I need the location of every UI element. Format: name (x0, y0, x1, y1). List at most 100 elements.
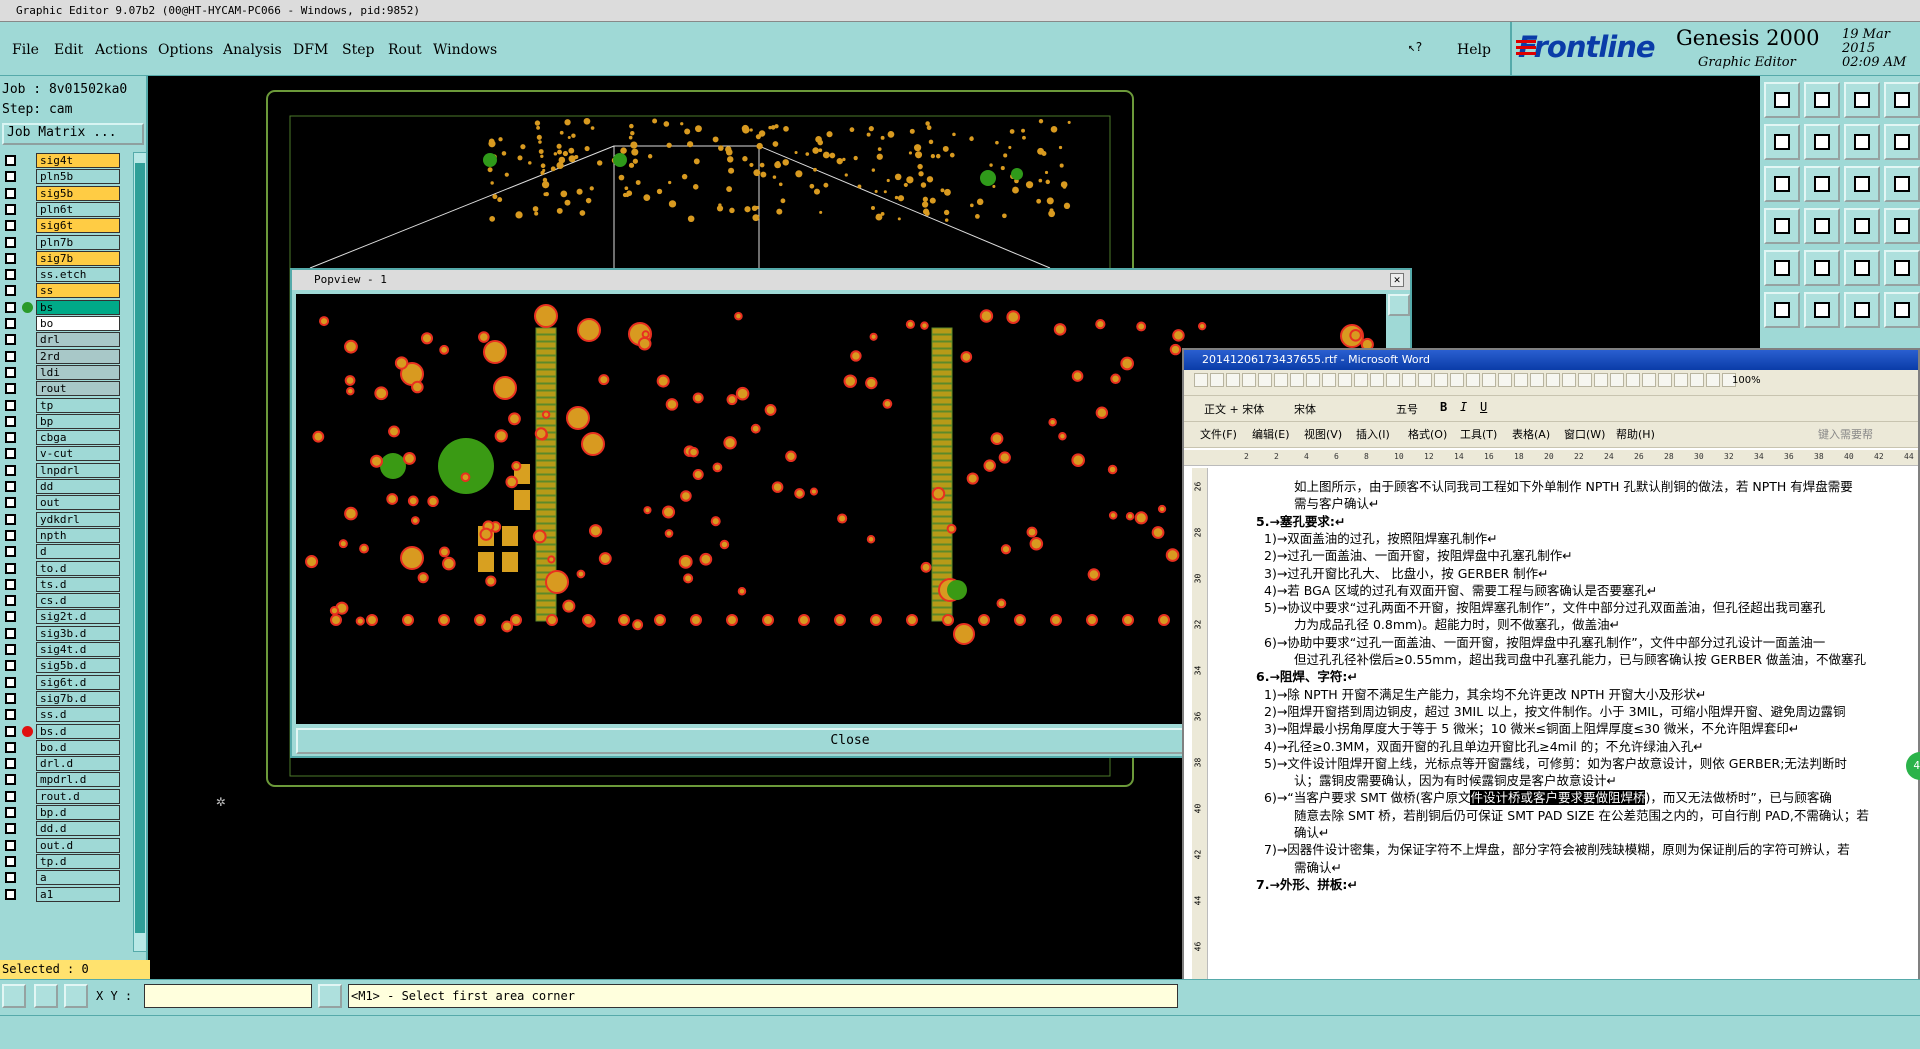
measure-tool-icon[interactable] (34, 984, 58, 1008)
word-menu-item[interactable]: 编辑(E) (1252, 426, 1290, 442)
layer-row-v-cut[interactable]: v-cut (2, 445, 120, 462)
tool-button-icon[interactable] (1884, 124, 1920, 160)
tool-button-icon[interactable] (1764, 166, 1800, 202)
layer-checkbox[interactable] (5, 839, 16, 851)
word-tool-icon[interactable] (1706, 373, 1720, 387)
help-pointer-icon[interactable]: ↖? (1408, 40, 1428, 58)
word-menu-item[interactable]: 视图(V) (1304, 426, 1342, 442)
layer-checkbox[interactable] (5, 578, 16, 590)
word-tool-icon[interactable] (1226, 373, 1240, 387)
layer-row-drl[interactable]: drl (2, 331, 120, 348)
word-menu-item[interactable]: 插入(I) (1356, 426, 1390, 442)
layer-row-bp.d[interactable]: bp.d (2, 804, 120, 821)
layer-checkbox[interactable] (5, 660, 16, 672)
word-tool-icon[interactable] (1322, 373, 1336, 387)
tool-button-icon[interactable] (1764, 208, 1800, 244)
word-tool-icon[interactable] (1578, 373, 1592, 387)
layer-checkbox[interactable] (5, 464, 16, 476)
size-box[interactable]: 五号 (1396, 401, 1418, 417)
layer-row-bp[interactable]: bp (2, 413, 120, 430)
scrollbar-thumb[interactable] (135, 163, 145, 933)
layer-row-ss[interactable]: ss (2, 282, 120, 299)
layer-row-dd.d[interactable]: dd.d (2, 820, 120, 837)
layer-row-rout.d[interactable]: rout.d (2, 788, 120, 805)
word-tool-icon[interactable] (1498, 373, 1512, 387)
layer-checkbox[interactable] (5, 888, 16, 900)
tool-button-icon[interactable] (1844, 166, 1880, 202)
layer-row-sig3b.d[interactable]: sig3b.d (2, 625, 120, 642)
zoom-box[interactable]: 100% (1732, 375, 1761, 386)
tool-button-icon[interactable] (1804, 208, 1840, 244)
tool-button-icon[interactable] (1804, 292, 1840, 328)
layer-checkbox[interactable] (5, 236, 16, 248)
layer-checkbox[interactable] (5, 823, 16, 835)
word-tool-icon[interactable] (1418, 373, 1432, 387)
layer-checkbox[interactable] (5, 432, 16, 444)
word-tool-icon[interactable] (1434, 373, 1448, 387)
layer-checkbox[interactable] (5, 301, 16, 313)
word-tool-icon[interactable] (1274, 373, 1288, 387)
tool-button-icon[interactable] (1844, 124, 1880, 160)
layer-checkbox[interactable] (5, 350, 16, 362)
layer-row-d[interactable]: d (2, 543, 120, 560)
layer-checkbox[interactable] (5, 872, 16, 884)
layer-checkbox[interactable] (5, 774, 16, 786)
word-tool-icon[interactable] (1690, 373, 1704, 387)
layer-checkbox[interactable] (5, 415, 16, 427)
layer-row-rout[interactable]: rout (2, 380, 120, 397)
layer-row-2rd[interactable]: 2rd (2, 348, 120, 365)
word-tool-icon[interactable] (1610, 373, 1624, 387)
layer-row-ldi[interactable]: ldi (2, 364, 120, 381)
layer-checkbox[interactable] (5, 448, 16, 460)
layer-checkbox[interactable] (5, 562, 16, 574)
layer-row-ts.d[interactable]: ts.d (2, 576, 120, 593)
word-tool-icon[interactable] (1530, 373, 1544, 387)
layer-checkbox[interactable] (5, 220, 16, 232)
word-tool-icon[interactable] (1386, 373, 1400, 387)
layer-checkbox[interactable] (5, 366, 16, 378)
layer-row-cs.d[interactable]: cs.d (2, 592, 120, 609)
layer-checkbox[interactable] (5, 758, 16, 770)
layer-checkbox[interactable] (5, 383, 16, 395)
layer-row-sig7b.d[interactable]: sig7b.d (2, 690, 120, 707)
layer-checkbox[interactable] (5, 399, 16, 411)
layer-checkbox[interactable] (5, 546, 16, 558)
underline-icon[interactable]: U (1480, 400, 1487, 414)
word-menu-item[interactable]: 工具(T) (1460, 426, 1497, 442)
tool-button-icon[interactable] (1844, 250, 1880, 286)
layer-row-bs[interactable]: bs (2, 299, 120, 316)
menu-dfm[interactable]: DFM (293, 42, 328, 58)
close-icon[interactable]: ✕ (1390, 273, 1404, 287)
layer-row-npth[interactable]: npth (2, 527, 120, 544)
menu-options[interactable]: Options (158, 42, 213, 58)
word-tool-icon[interactable] (1258, 373, 1272, 387)
word-tool-icon[interactable] (1546, 373, 1560, 387)
word-tool-icon[interactable] (1514, 373, 1528, 387)
tool-button-icon[interactable] (1844, 292, 1880, 328)
ask-box[interactable]: 键入需要帮 (1818, 426, 1873, 442)
tool-button-icon[interactable] (1884, 208, 1920, 244)
layer-row-ss.d[interactable]: ss.d (2, 706, 120, 723)
word-menu-item[interactable]: 格式(O) (1408, 426, 1447, 442)
layer-checkbox[interactable] (5, 807, 16, 818)
tool-button-icon[interactable] (1804, 124, 1840, 160)
tool-button-icon[interactable] (1764, 124, 1800, 160)
tool-button-icon[interactable] (1884, 166, 1920, 202)
menu-file[interactable]: File (12, 42, 39, 58)
layer-row-sig4t[interactable]: sig4t (2, 152, 120, 169)
layer-row-sig5b.d[interactable]: sig5b.d (2, 657, 120, 674)
word-tool-icon[interactable] (1562, 373, 1576, 387)
word-tool-icon[interactable] (1674, 373, 1688, 387)
tool-button-icon[interactable] (1844, 82, 1880, 118)
layer-row-tp.d[interactable]: tp.d (2, 853, 120, 870)
word-tool-icon[interactable] (1242, 373, 1256, 387)
layer-checkbox[interactable] (5, 269, 16, 281)
layer-row-sig5b[interactable]: sig5b (2, 185, 120, 202)
word-tool-icon[interactable] (1354, 373, 1368, 387)
word-menu-item[interactable]: 表格(A) (1512, 426, 1550, 442)
layer-checkbox[interactable] (5, 497, 16, 509)
word-tool-icon[interactable] (1306, 373, 1320, 387)
layer-row-ydkdrl[interactable]: ydkdrl (2, 511, 120, 528)
job-matrix-button[interactable]: Job Matrix ... (2, 123, 144, 145)
menu-step[interactable]: Step (342, 42, 374, 58)
